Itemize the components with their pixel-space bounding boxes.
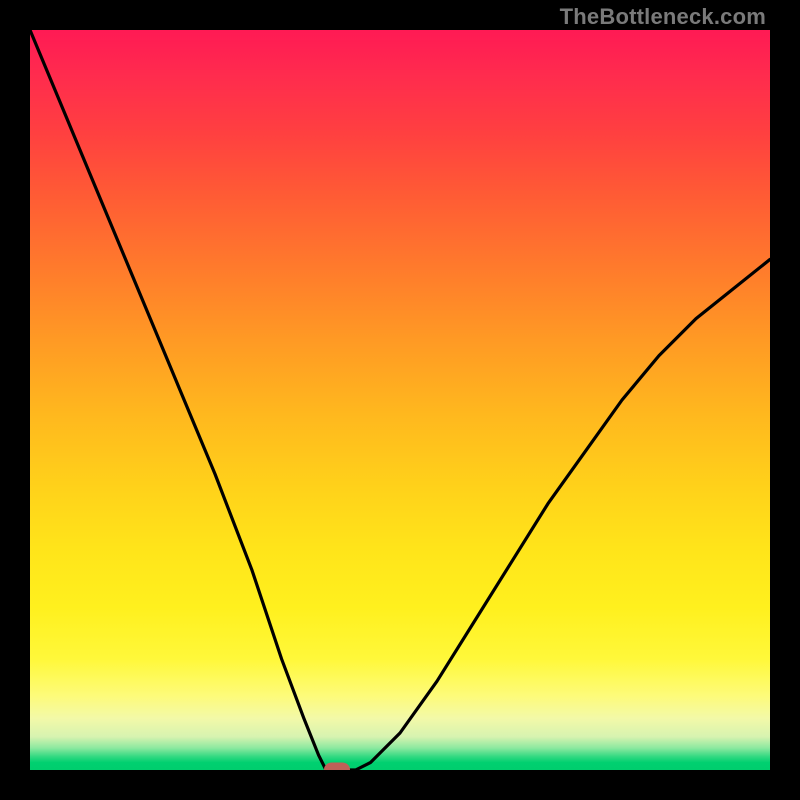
bottleneck-curve [30,30,770,770]
curve-svg [30,30,770,770]
chart-frame: TheBottleneck.com [0,0,800,800]
optimal-marker [324,763,350,771]
watermark-text: TheBottleneck.com [560,4,766,30]
plot-area [30,30,770,770]
